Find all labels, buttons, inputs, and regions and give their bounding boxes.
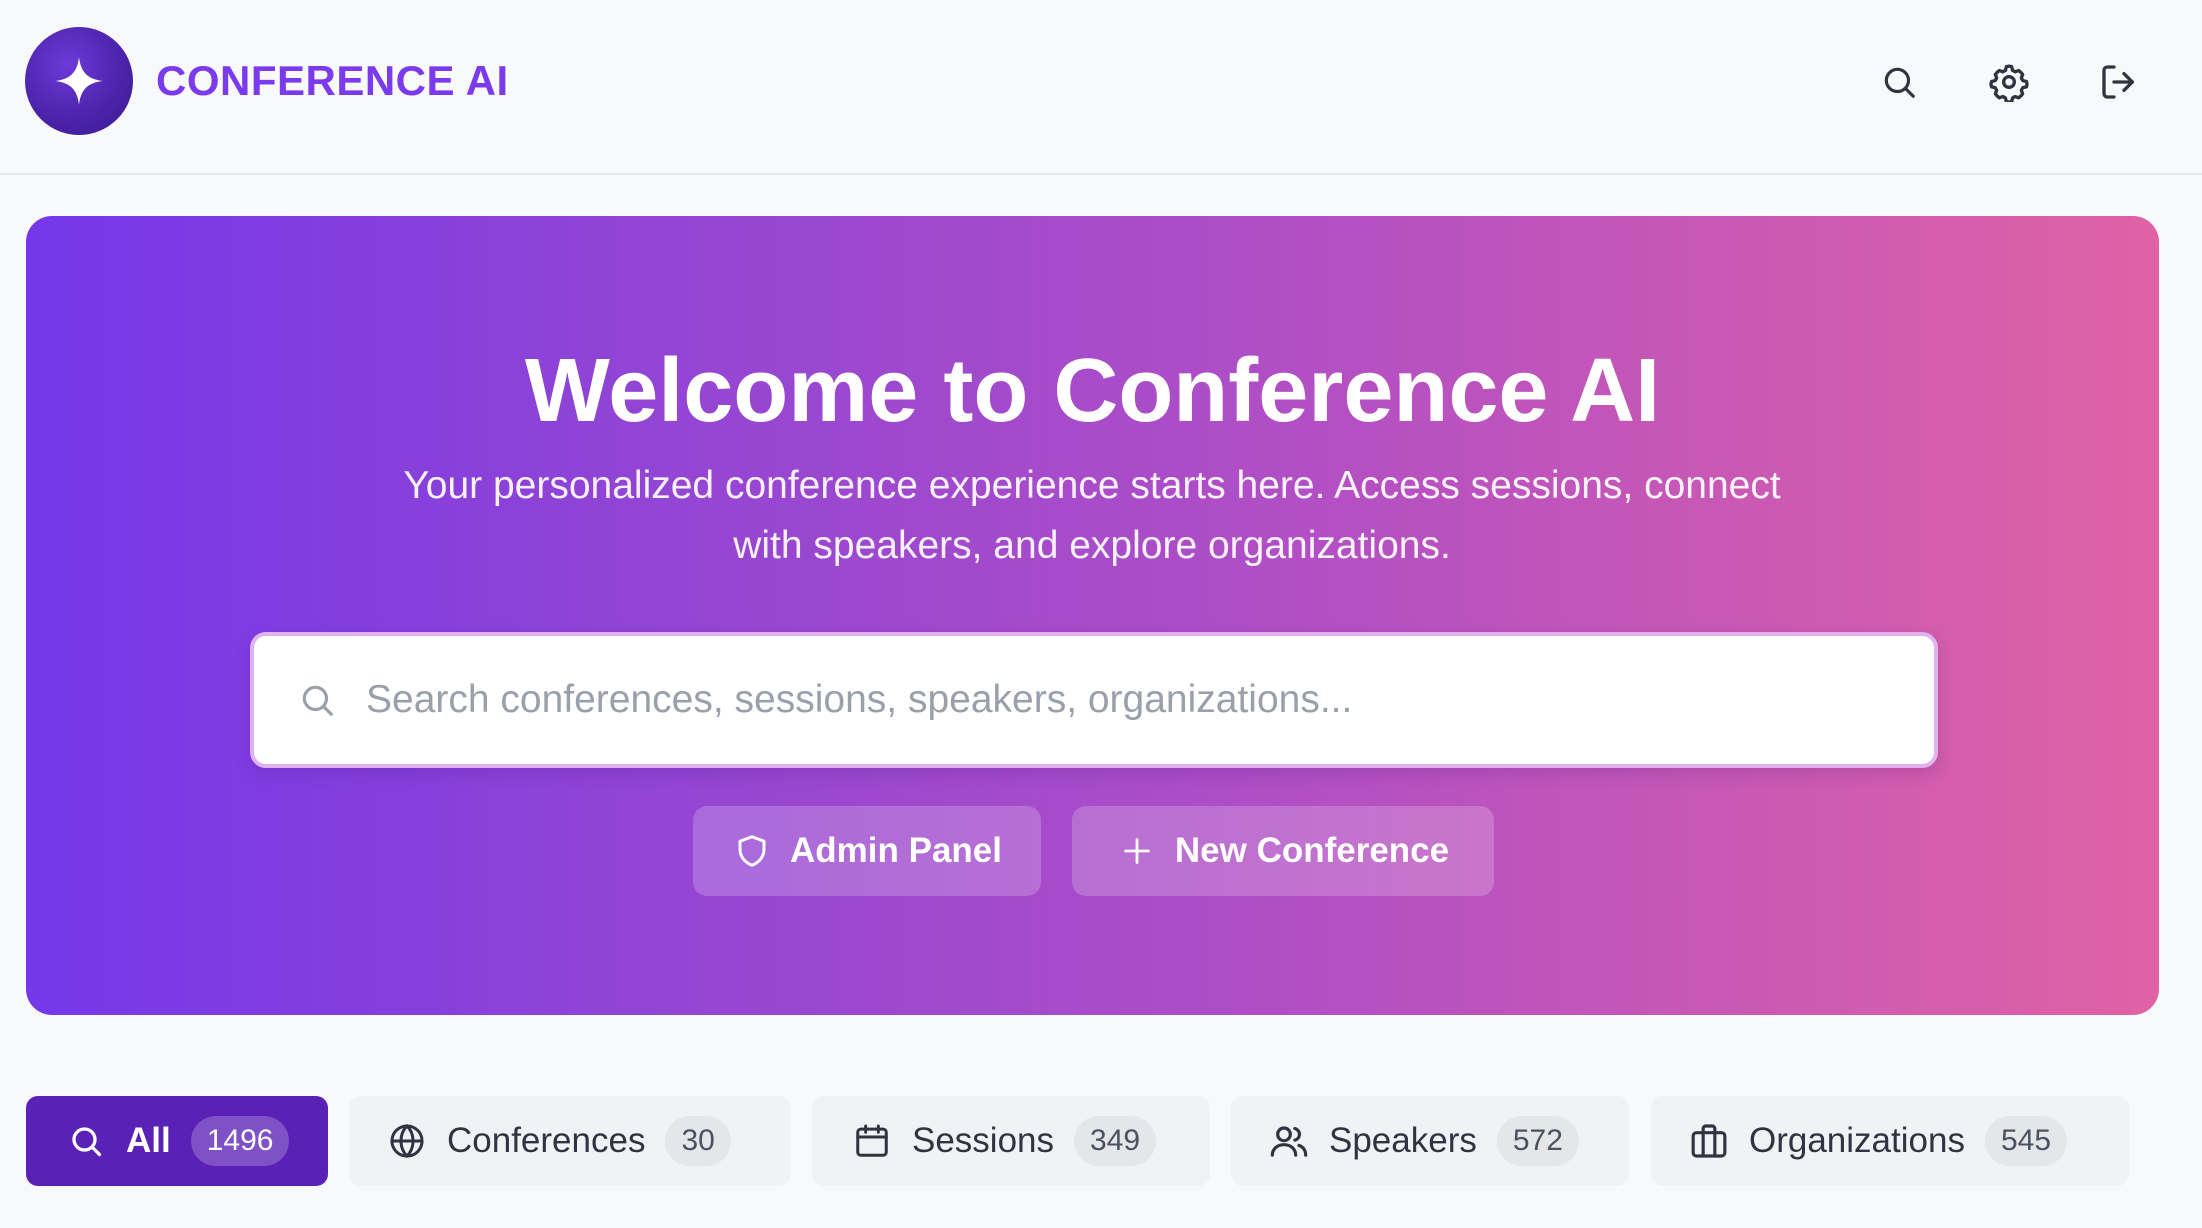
count-badge: 30 [665, 1116, 731, 1166]
search-icon [1884, 67, 1915, 98]
filter-tabs: All 1496 Conferences 30 Sessions 349 Spe… [0, 1096, 2202, 1186]
hero-banner: Welcome to Conference AI Your personaliz… [26, 216, 2159, 1015]
logout-button[interactable] [2092, 55, 2146, 109]
plus-icon [1117, 831, 1157, 871]
hero-title: Welcome to Conference AI [524, 341, 1661, 441]
shield-icon [732, 831, 772, 871]
globe-icon [387, 1121, 427, 1161]
tab-sessions[interactable]: Sessions 349 [812, 1096, 1210, 1186]
gear-icon [1989, 64, 2029, 102]
tab-label: All [126, 1121, 171, 1160]
top-bar: CONFERENCE AI [0, 0, 2202, 175]
briefcase-icon [1689, 1121, 1729, 1161]
new-conference-button[interactable]: New Conference [1072, 806, 1494, 896]
tab-label: Sessions [912, 1121, 1055, 1160]
calendar-icon [852, 1121, 892, 1161]
tab-label: Speakers [1329, 1121, 1477, 1160]
search-button[interactable] [1872, 55, 1926, 109]
search-input[interactable] [366, 678, 1866, 722]
new-conference-label: New Conference [1174, 831, 1450, 870]
tab-organizations[interactable]: Organizations 545 [1651, 1096, 2129, 1186]
search-icon [66, 1121, 106, 1161]
logo[interactable] [25, 27, 133, 135]
count-badge: 572 [1496, 1116, 1579, 1166]
sparkle-icon [55, 57, 103, 105]
hero-subtitle: Your personalized conference experience … [403, 464, 1781, 567]
tab-conferences[interactable]: Conferences 30 [349, 1096, 791, 1186]
admin-panel-label: Admin Panel [790, 831, 1002, 870]
tab-all[interactable]: All 1496 [26, 1096, 328, 1186]
app-title[interactable]: CONFERENCE AI [156, 54, 509, 108]
tab-label: Organizations [1749, 1121, 1965, 1160]
tab-speakers[interactable]: Speakers 572 [1231, 1096, 1629, 1186]
tab-label: Conferences [447, 1121, 646, 1160]
users-icon [1269, 1121, 1309, 1161]
count-badge: 1496 [190, 1116, 290, 1166]
search-icon [296, 679, 338, 721]
count-badge: 545 [1984, 1116, 2068, 1166]
settings-button[interactable] [1982, 55, 2036, 109]
search-bar[interactable] [250, 632, 1938, 768]
logout-icon [2102, 65, 2134, 99]
admin-panel-button[interactable]: Admin Panel [693, 806, 1041, 896]
count-badge: 349 [1074, 1116, 1157, 1166]
